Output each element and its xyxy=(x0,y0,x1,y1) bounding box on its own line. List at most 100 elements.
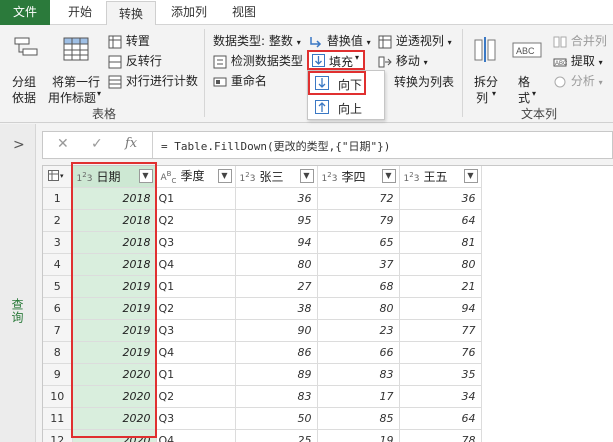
cell-wangwu[interactable]: 36 xyxy=(399,187,482,210)
cell-quarter[interactable]: Q2 xyxy=(156,385,236,408)
cell-date[interactable]: 2018 xyxy=(72,253,157,276)
replace-values-button[interactable]: 替换值 ▾ xyxy=(309,32,371,49)
row-number[interactable]: 7 xyxy=(43,319,73,342)
row-number[interactable]: 9 xyxy=(43,363,73,386)
filter-dropdown-icon[interactable]: ▼ xyxy=(299,169,314,183)
rename-button[interactable]: 重命名 xyxy=(213,72,267,89)
query-panel-label[interactable]: 查询 xyxy=(6,298,26,324)
cell-wangwu[interactable]: 77 xyxy=(399,319,482,342)
column-header-lisi[interactable]: 123 李四 ▼ xyxy=(317,166,400,188)
row-number[interactable]: 11 xyxy=(43,407,73,430)
cell-date[interactable]: 2019 xyxy=(72,341,157,364)
cell-quarter[interactable]: Q4 xyxy=(156,341,236,364)
row-number[interactable]: 3 xyxy=(43,231,73,254)
cell-wangwu[interactable]: 35 xyxy=(399,363,482,386)
data-type-dropdown[interactable]: 数据类型: 整数 ▾ xyxy=(213,32,301,49)
count-rows-button[interactable]: 对行进行计数 xyxy=(108,72,198,89)
column-header-date[interactable]: 123 日期 ▼ xyxy=(72,166,157,188)
cell-zhangsan[interactable]: 94 xyxy=(235,231,318,254)
fill-down-menu-item[interactable]: 向下 xyxy=(308,71,366,95)
cell-lisi[interactable]: 23 xyxy=(317,319,400,342)
move-button[interactable]: 移动 ▾ xyxy=(378,52,428,69)
row-number[interactable]: 5 xyxy=(43,275,73,298)
cell-quarter[interactable]: Q4 xyxy=(156,253,236,276)
cell-lisi[interactable]: 79 xyxy=(317,209,400,232)
cell-quarter[interactable]: Q3 xyxy=(156,407,236,430)
cell-date[interactable]: 2018 xyxy=(72,187,157,210)
filter-dropdown-icon[interactable]: ▼ xyxy=(217,169,232,183)
row-number[interactable]: 2 xyxy=(43,209,73,232)
cell-zhangsan[interactable]: 36 xyxy=(235,187,318,210)
cell-date[interactable]: 2020 xyxy=(72,363,157,386)
select-all-corner[interactable]: ▾ xyxy=(43,166,73,188)
cell-zhangsan[interactable]: 90 xyxy=(235,319,318,342)
tab-transform[interactable]: 转换 xyxy=(106,1,156,26)
detect-data-type-button[interactable]: 检测数据类型 xyxy=(213,52,303,69)
fill-button[interactable]: 填充 ▾ xyxy=(307,50,365,70)
tab-view[interactable]: 视图 xyxy=(222,0,266,25)
cell-zhangsan[interactable]: 89 xyxy=(235,363,318,386)
cell-zhangsan[interactable]: 86 xyxy=(235,341,318,364)
cell-lisi[interactable]: 83 xyxy=(317,363,400,386)
transpose-button[interactable]: 转置 xyxy=(108,32,150,49)
filter-dropdown-icon[interactable]: ▼ xyxy=(463,169,478,183)
cell-zhangsan[interactable]: 38 xyxy=(235,297,318,320)
unpivot-columns-button[interactable]: 逆透视列 ▾ xyxy=(378,32,452,49)
cell-date[interactable]: 2020 xyxy=(72,429,157,442)
cell-lisi[interactable]: 68 xyxy=(317,275,400,298)
column-header-quarter[interactable]: ABC 季度 ▼ xyxy=(156,166,236,188)
cell-quarter[interactable]: Q3 xyxy=(156,319,236,342)
use-first-row-as-headers-button[interactable]: 将第一行 用作标题 ▾ xyxy=(48,33,106,105)
formula-input[interactable]: = Table.FillDown(更改的类型,{"日期"}) xyxy=(161,138,390,154)
cell-date[interactable]: 2020 xyxy=(72,407,157,430)
cell-lisi[interactable]: 19 xyxy=(317,429,400,442)
cell-zhangsan[interactable]: 27 xyxy=(235,275,318,298)
fx-icon[interactable]: fx xyxy=(125,136,137,151)
chevron-right-icon[interactable]: > xyxy=(13,137,25,153)
cell-zhangsan[interactable]: 50 xyxy=(235,407,318,430)
cell-zhangsan[interactable]: 95 xyxy=(235,209,318,232)
extract-button[interactable]: ABC 提取 ▾ xyxy=(553,52,603,69)
cell-lisi[interactable]: 72 xyxy=(317,187,400,210)
cell-lisi[interactable]: 65 xyxy=(317,231,400,254)
cell-date[interactable]: 2019 xyxy=(72,275,157,298)
cell-lisi[interactable]: 85 xyxy=(317,407,400,430)
cell-lisi[interactable]: 66 xyxy=(317,341,400,364)
cell-quarter[interactable]: Q1 xyxy=(156,275,236,298)
cell-wangwu[interactable]: 80 xyxy=(399,253,482,276)
cell-zhangsan[interactable]: 80 xyxy=(235,253,318,276)
filter-dropdown-icon[interactable]: ▼ xyxy=(381,169,396,183)
format-button[interactable]: ABC 格 式 ▾ xyxy=(510,33,544,105)
cell-lisi[interactable]: 37 xyxy=(317,253,400,276)
cell-wangwu[interactable]: 64 xyxy=(399,209,482,232)
convert-to-list-button[interactable]: 转换为列表 xyxy=(394,73,454,90)
cell-zhangsan[interactable]: 83 xyxy=(235,385,318,408)
cell-date[interactable]: 2019 xyxy=(72,319,157,342)
row-number[interactable]: 4 xyxy=(43,253,73,276)
cell-zhangsan[interactable]: 25 xyxy=(235,429,318,442)
row-number[interactable]: 1 xyxy=(43,187,73,210)
row-number[interactable]: 8 xyxy=(43,341,73,364)
cell-wangwu[interactable]: 64 xyxy=(399,407,482,430)
column-header-wangwu[interactable]: 123 王五 ▼ xyxy=(399,166,482,188)
cell-lisi[interactable]: 80 xyxy=(317,297,400,320)
column-header-zhangsan[interactable]: 123 张三 ▼ xyxy=(235,166,318,188)
fill-up-menu-item[interactable]: 向上 xyxy=(308,96,384,120)
cell-date[interactable]: 2019 xyxy=(72,297,157,320)
reverse-rows-button[interactable]: 反转行 xyxy=(108,52,162,69)
cell-quarter[interactable]: Q1 xyxy=(156,363,236,386)
cancel-icon[interactable]: ✕ xyxy=(57,136,69,152)
cell-quarter[interactable]: Q1 xyxy=(156,187,236,210)
merge-columns-button[interactable]: 合并列 xyxy=(553,32,607,49)
cell-wangwu[interactable]: 78 xyxy=(399,429,482,442)
tab-home[interactable]: 开始 xyxy=(58,0,102,25)
cell-quarter[interactable]: Q2 xyxy=(156,297,236,320)
confirm-icon[interactable]: ✓ xyxy=(91,136,103,152)
tab-file[interactable]: 文件 xyxy=(0,0,50,25)
cell-wangwu[interactable]: 81 xyxy=(399,231,482,254)
cell-quarter[interactable]: Q3 xyxy=(156,231,236,254)
row-number[interactable]: 12 xyxy=(43,429,73,442)
cell-lisi[interactable]: 17 xyxy=(317,385,400,408)
parse-button[interactable]: 分析 ▾ xyxy=(553,72,603,89)
cell-quarter[interactable]: Q4 xyxy=(156,429,236,442)
